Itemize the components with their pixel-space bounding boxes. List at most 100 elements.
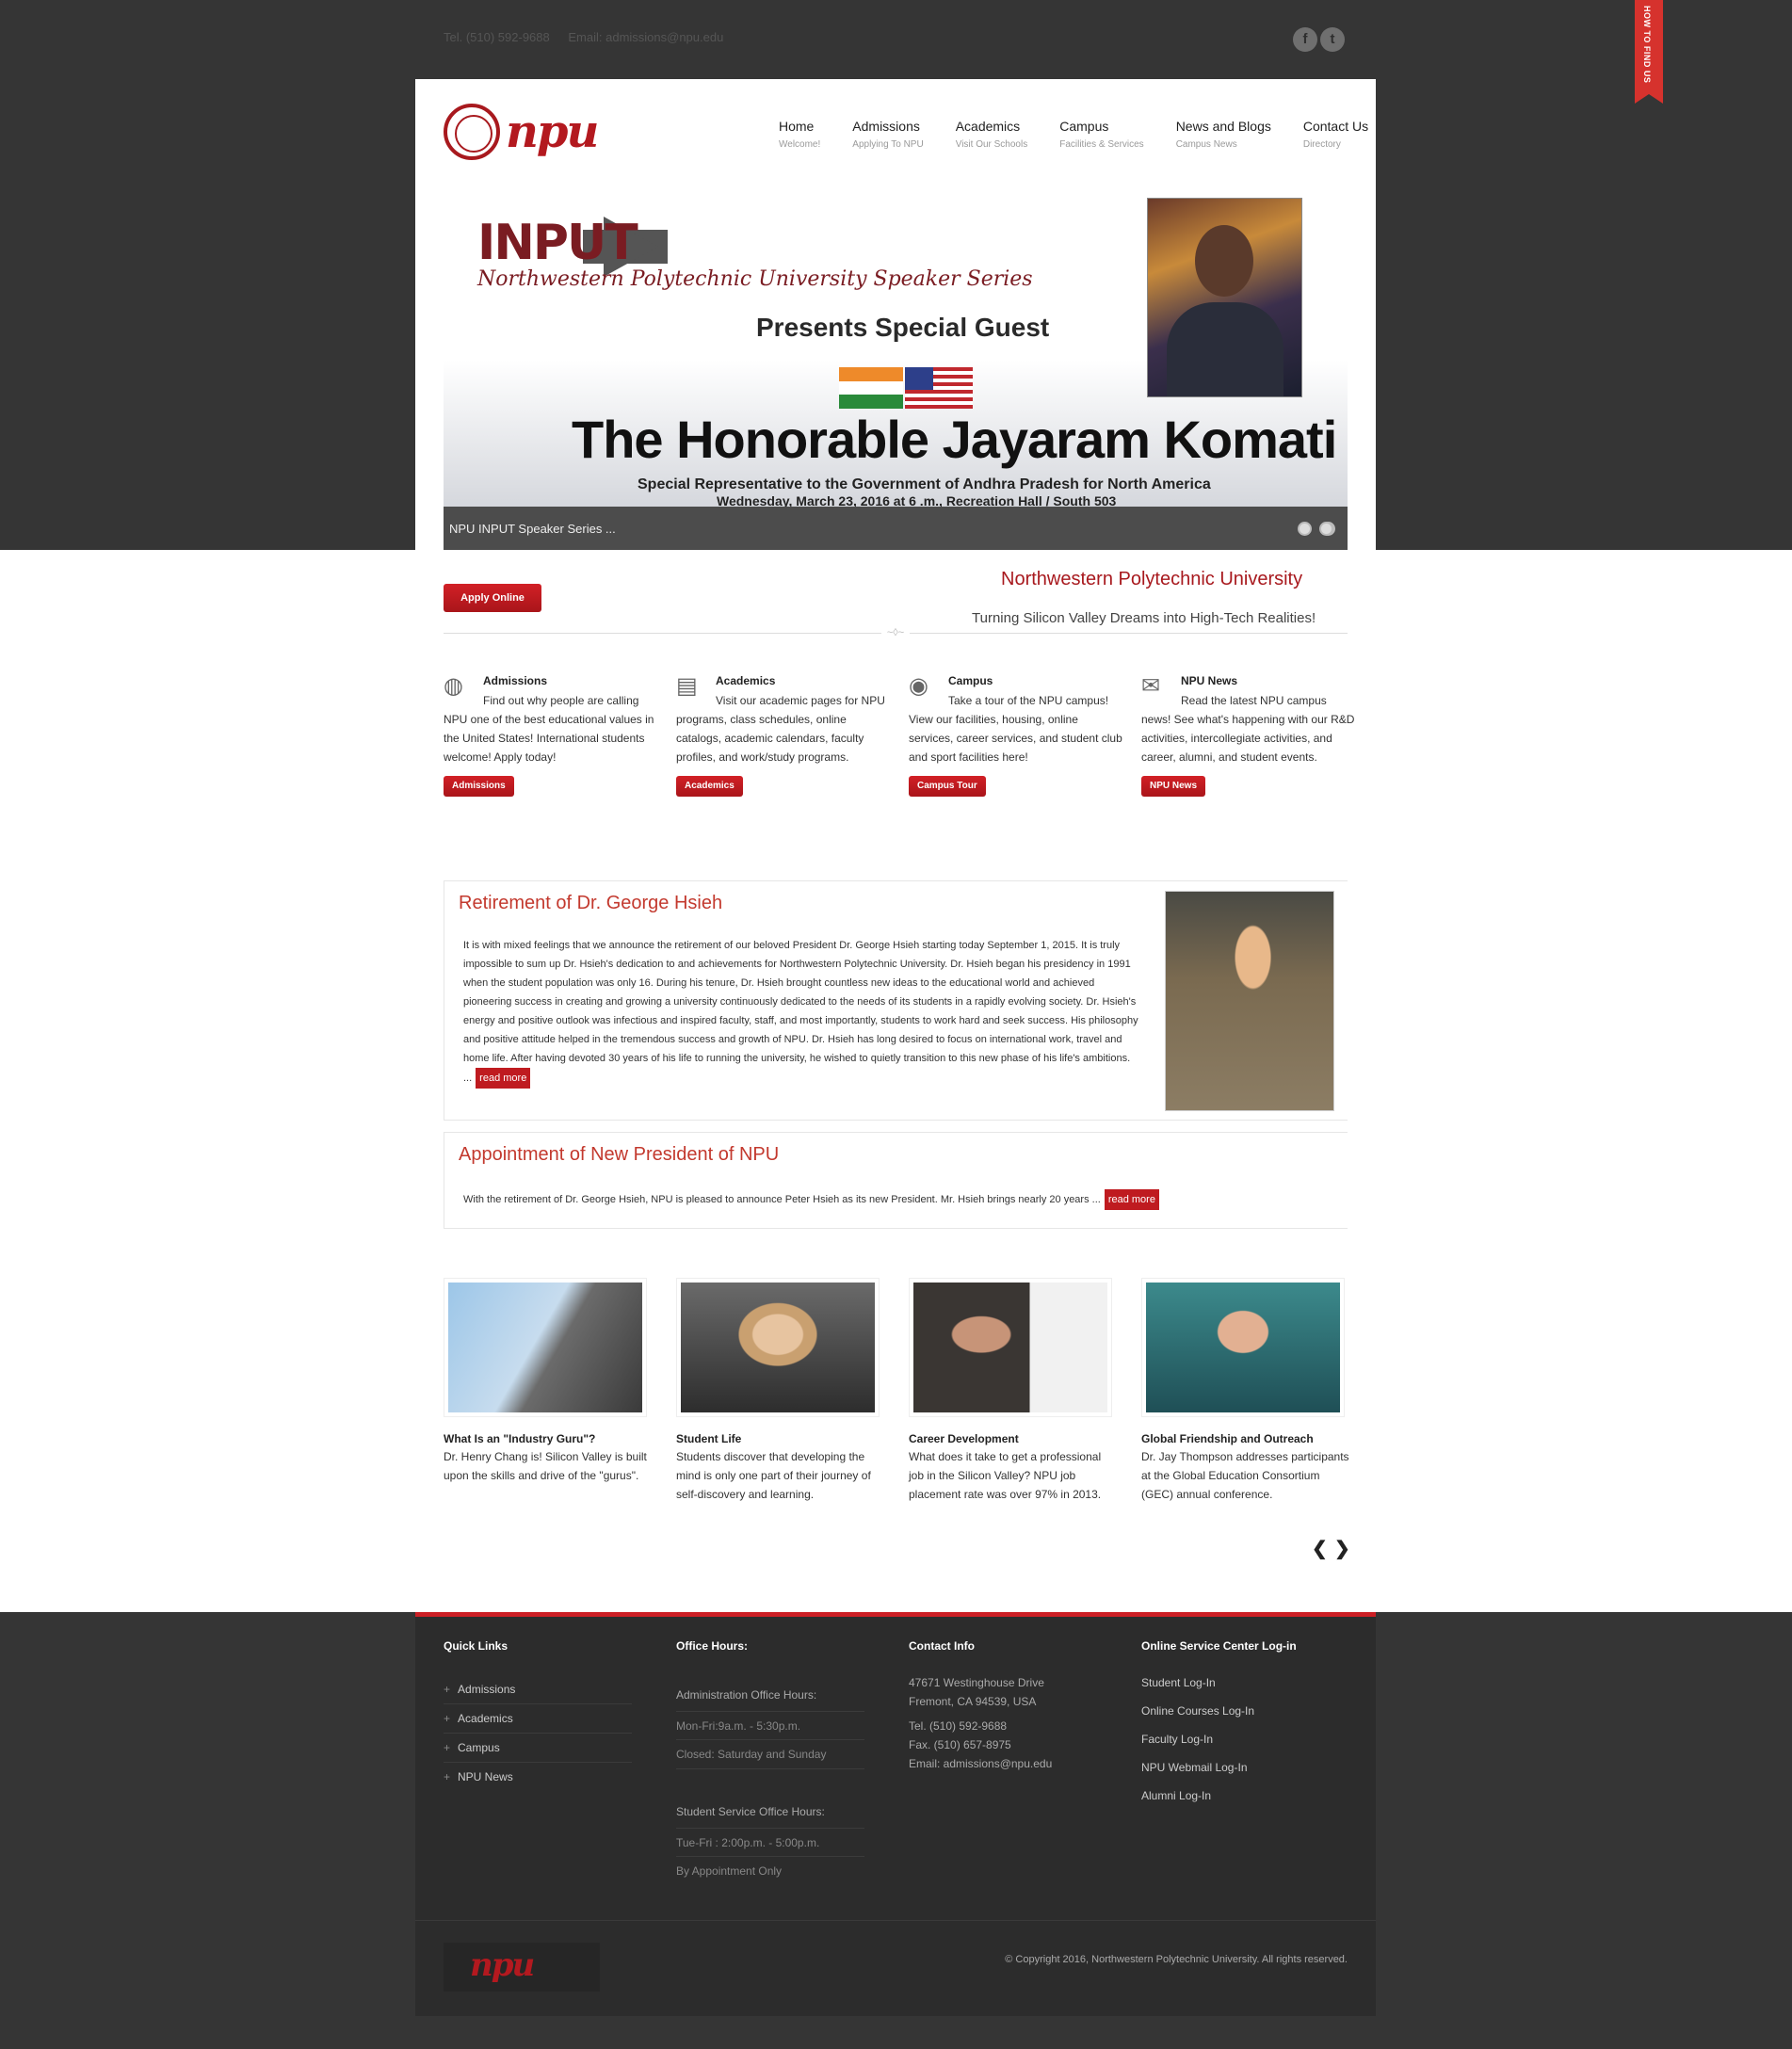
- nav-news[interactable]: News and Blogs Campus News: [1176, 119, 1271, 150]
- quick-link-label: Admissions: [458, 1683, 516, 1696]
- gallery-title: Global Friendship and Outreach: [1141, 1432, 1314, 1445]
- seal-icon: [444, 104, 500, 160]
- read-more-button[interactable]: read more: [476, 1068, 531, 1089]
- news-title[interactable]: Retirement of Dr. George Hsieh: [459, 893, 722, 914]
- feature-desc: Read the latest NPU campus news! See wha…: [1141, 694, 1355, 764]
- hours-value: Tue-Fri : 2:00p.m. - 5:00p.m.: [676, 1828, 864, 1857]
- gallery-desc: What does it take to get a professional …: [909, 1450, 1102, 1501]
- slider-caption-bar: NPU INPUT Speaker Series ...: [444, 507, 1348, 550]
- nav-admissions[interactable]: Admissions Applying To NPU: [852, 119, 923, 150]
- hours-value: Closed: Saturday and Sunday: [676, 1740, 864, 1769]
- gallery-prev-icon[interactable]: ❮: [1312, 1537, 1328, 1560]
- facebook-icon[interactable]: f: [1293, 27, 1317, 52]
- gallery-title: Student Life: [676, 1432, 742, 1445]
- slider-dot[interactable]: [1319, 522, 1333, 536]
- footer-col-title: Quick Links: [444, 1639, 509, 1653]
- quick-link-news[interactable]: + NPU News: [444, 1763, 632, 1792]
- apply-online-button[interactable]: Apply Online: [444, 584, 541, 612]
- quick-link-label: NPU News: [458, 1770, 513, 1783]
- slide-series: Northwestern Polytechnic University Spea…: [477, 267, 1033, 291]
- academics-button[interactable]: Academics: [676, 776, 743, 797]
- gallery-item[interactable]: What Is an "Industry Guru"? Dr. Henry Ch…: [444, 1278, 653, 1485]
- npu-logo[interactable]: npu: [444, 104, 604, 166]
- quick-link-campus[interactable]: + Campus: [444, 1734, 632, 1763]
- plus-icon: +: [444, 1712, 451, 1725]
- quick-link-admissions[interactable]: + Admissions: [444, 1675, 632, 1704]
- eye-icon: ◉: [909, 673, 928, 699]
- news-body-text: It is with mixed feelings that we announ…: [463, 940, 1138, 1084]
- nav-label: Campus: [1059, 119, 1109, 134]
- gallery-image: [676, 1278, 880, 1417]
- read-more-button[interactable]: read more: [1104, 1189, 1159, 1210]
- news-title[interactable]: Appointment of New President of NPU: [459, 1144, 779, 1166]
- nav-sub: Applying To NPU: [852, 139, 924, 150]
- copyright: © Copyright 2016, Northwestern Polytechn…: [1005, 1954, 1348, 1965]
- nav-sub: Welcome!: [779, 139, 821, 150]
- footer-divider: [415, 1920, 1376, 1921]
- footer-quick-links: Quick Links + Admissions + Academics + Camp…: [444, 1639, 651, 1792]
- nav-home[interactable]: Home Welcome!: [779, 119, 820, 150]
- india-flag-icon: [839, 367, 903, 409]
- notebook-icon: ▤: [676, 673, 698, 699]
- header: npu Home Welcome! Admissions Applying To N…: [415, 79, 1376, 173]
- nav-sub: Directory: [1302, 139, 1341, 150]
- campus-tour-button[interactable]: Campus Tour: [909, 776, 986, 797]
- university-title: Northwestern Polytechnic University: [1001, 569, 1303, 589]
- contact-address-line: Fremont, CA 94539, USA: [909, 1695, 1037, 1708]
- topbar-contact: Tel. (510) 592-9688 Email: admissions@np…: [444, 30, 738, 44]
- quick-link-academics[interactable]: + Academics: [444, 1704, 632, 1734]
- gallery-item[interactable]: Student Life Students discover that deve…: [676, 1278, 885, 1504]
- contact-address-line: 47671 Westinghouse Drive: [909, 1676, 1044, 1689]
- gallery-item[interactable]: Career Development What does it take to …: [909, 1278, 1118, 1504]
- feature-title: NPU News: [1181, 674, 1238, 687]
- footer-logo[interactable]: npu: [444, 1943, 600, 1992]
- news-item: Appointment of New President of NPU With…: [444, 1132, 1348, 1229]
- plus-icon: +: [444, 1741, 451, 1754]
- slider-caption: NPU INPUT Speaker Series ...: [449, 522, 616, 536]
- contact-tel: Tel. (510) 592-9688: [909, 1719, 1008, 1733]
- nav-campus[interactable]: Campus Facilities & Services: [1059, 119, 1143, 150]
- gallery-item[interactable]: Global Friendship and Outreach Dr. Jay T…: [1141, 1278, 1350, 1504]
- gallery-next-icon[interactable]: ❯: [1334, 1537, 1350, 1560]
- alumni-login-link[interactable]: Alumni Log-In: [1141, 1782, 1348, 1810]
- nav-contact[interactable]: Contact Us Directory: [1303, 119, 1368, 150]
- plus-icon: +: [444, 1683, 451, 1696]
- ribbon-label: HOW TO FIND US: [1642, 6, 1652, 84]
- gallery-title: Career Development: [909, 1432, 1019, 1445]
- faculty-login-link[interactable]: Faculty Log-In: [1141, 1725, 1348, 1753]
- topbar-tel: Tel. (510) 592-9688: [444, 30, 550, 44]
- quick-link-label: Campus: [458, 1741, 500, 1754]
- admissions-button[interactable]: Admissions: [444, 776, 514, 797]
- news-body-text: With the retirement of Dr. George Hsieh,…: [463, 1194, 1101, 1205]
- feature-news: ✉ NPU News Read the latest NPU campus ne…: [1141, 674, 1358, 797]
- university-tagline: Turning Silicon Valley Dreams into High-…: [972, 610, 1316, 626]
- hero-slider[interactable]: INPUT Northwestern Polytechnic Universit…: [444, 196, 1348, 550]
- news-photo: [1165, 891, 1334, 1111]
- nav-label: Contact Us: [1302, 119, 1369, 134]
- envelope-icon: ✉: [1141, 673, 1161, 699]
- feature-desc: Visit our academic pages for NPU program…: [676, 694, 885, 764]
- feature-title: Campus: [948, 674, 993, 687]
- footer-online-service: Online Service Center Log-in Student Log…: [1141, 1639, 1348, 1810]
- footer-contact-info: Contact Info 47671 Westinghouse Drive Fr…: [909, 1639, 1116, 1773]
- main-nav: Home Welcome! Admissions Applying To NPU A…: [779, 119, 1368, 150]
- student-login-link[interactable]: Student Log-In: [1141, 1669, 1348, 1697]
- npu-news-button[interactable]: NPU News: [1141, 776, 1206, 797]
- online-courses-login-link[interactable]: Online Courses Log-In: [1141, 1697, 1348, 1725]
- usa-flag-icon: [905, 367, 973, 409]
- nav-sub: Campus News: [1175, 139, 1237, 150]
- nav-academics[interactable]: Academics Visit Our Schools: [956, 119, 1028, 150]
- hours-value: By Appointment Only: [676, 1864, 783, 1878]
- guest-portrait: [1147, 198, 1302, 397]
- nav-sub: Facilities & Services: [1059, 139, 1144, 150]
- how-to-find-us-ribbon[interactable]: HOW TO FIND US: [1635, 0, 1663, 104]
- contact-email[interactable]: Email: admissions@npu.edu: [909, 1754, 1116, 1773]
- webmail-login-link[interactable]: NPU Webmail Log-In: [1141, 1753, 1348, 1782]
- gallery-desc: Dr. Jay Thompson addresses participants …: [1141, 1450, 1349, 1501]
- twitter-icon[interactable]: t: [1320, 27, 1345, 52]
- topbar-email[interactable]: Email: admissions@npu.edu: [568, 30, 723, 44]
- plus-icon: +: [444, 1770, 451, 1783]
- slider-dot[interactable]: [1298, 522, 1312, 536]
- feature-desc: Take a tour of the NPU campus! View our …: [909, 694, 1122, 764]
- nav-sub: Visit Our Schools: [955, 139, 1028, 150]
